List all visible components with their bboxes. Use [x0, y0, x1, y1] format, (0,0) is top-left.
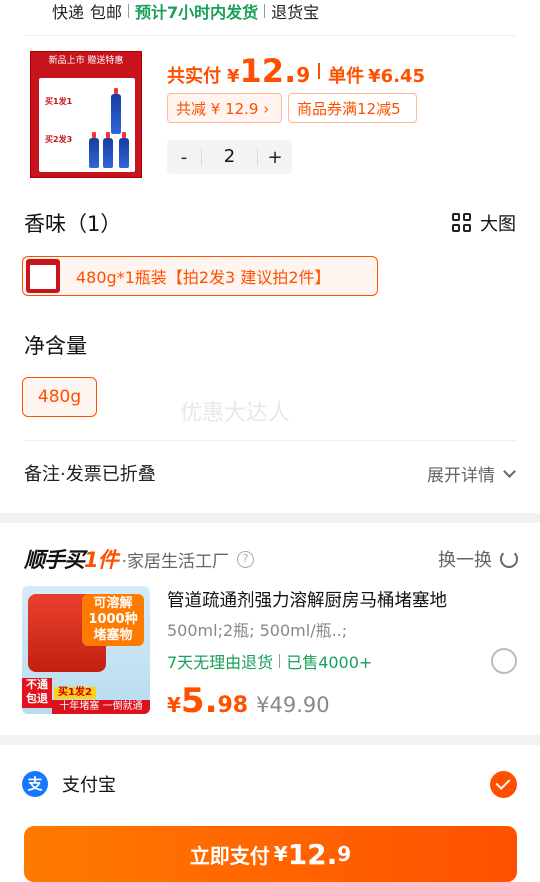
qty-value[interactable]: 2 — [201, 148, 258, 166]
expand-details-label: 展开详情 — [427, 466, 495, 486]
image-label-buy2get3: 买2发3 — [45, 135, 73, 144]
bottle-graphic — [119, 132, 129, 168]
big-view-button[interactable]: 大图 — [452, 210, 516, 236]
product-image[interactable]: 新品上市 赠送特惠 买1发1 买2发3 — [30, 51, 142, 178]
shipping-eta: 预计7小时内发货 — [135, 3, 259, 22]
recommend-product-image[interactable]: 可溶解 1000种 堵塞物 不通 包退 买1发2 十年堵塞 一倒就通 — [22, 586, 150, 714]
product-image-header: 新品上市 赠送特惠 — [48, 56, 124, 66]
bottle-graphic — [103, 132, 113, 168]
recommend-price: ¥ 5. 98 ¥49.90 — [167, 681, 330, 721]
coupon-badge[interactable]: 商品券满12减5 — [288, 93, 417, 123]
image-tag: 不通 包退 — [22, 678, 52, 708]
divider — [128, 4, 130, 18]
original-price: ¥49.90 — [256, 693, 330, 717]
shipping-info: 快递 包邮 预计7小时内发货 退货宝 — [52, 0, 319, 22]
watermark: 优惠大达人 — [180, 401, 291, 426]
price-decimal: 9 — [337, 842, 352, 866]
divider — [279, 654, 281, 668]
expand-details-button[interactable]: 展开详情 — [427, 461, 516, 486]
price-integer: 5. — [180, 681, 218, 721]
image-strip: 十年堵塞 一倒就通 — [52, 700, 150, 714]
price-line: 共实付 ¥ 12. 9 单件 ¥6.45 — [167, 52, 425, 90]
price-integer: 12. — [239, 52, 297, 90]
payment-method-label: 支付宝 — [62, 775, 116, 796]
remark-invoice-label: 备注·发票已折叠 — [24, 464, 156, 485]
help-icon[interactable]: ? — [237, 550, 255, 568]
price-decimal: 98 — [217, 693, 249, 718]
addon-logo: 顺手买1件 — [24, 548, 119, 572]
swap-button[interactable]: 换一换 — [438, 546, 518, 572]
scent-option[interactable]: 480g*1瓶装【拍2发3 建议拍2件】 — [22, 256, 378, 296]
image-callout: 可溶解 1000种 堵塞物 — [82, 594, 144, 646]
net-content-option[interactable]: 480g — [22, 377, 97, 417]
return-insurance: 退货宝 — [271, 3, 320, 22]
recommend-badges: 7天无理由退货 已售4000+ — [167, 649, 372, 673]
divider — [318, 63, 321, 79]
unit-label: 单件 — [328, 66, 365, 87]
divider — [24, 440, 516, 441]
addon-header: 顺手买1件 ·家居生活工厂 ? — [24, 544, 255, 574]
currency-symbol: ¥ — [167, 693, 181, 717]
image-mini-tag: 买1发2 — [54, 687, 96, 699]
unit-price: ¥6.45 — [368, 66, 426, 87]
scent-title: 香味（1） — [24, 212, 122, 236]
currency-symbol: ¥ — [273, 842, 288, 866]
alipay-icon: 支 — [22, 771, 48, 797]
big-view-label: 大图 — [480, 214, 516, 235]
section-separator — [0, 513, 540, 523]
recommend-product-spec[interactable]: 500ml;2瓶; 500ml/瓶..; — [167, 617, 347, 641]
product-image-card: 买1发1 买2发3 — [39, 78, 135, 172]
divider — [24, 35, 516, 36]
recommend-select-radio[interactable] — [491, 648, 517, 674]
store-name: ·家居生活工厂 — [121, 551, 230, 572]
swap-label: 换一换 — [438, 550, 492, 571]
refresh-icon — [500, 550, 518, 568]
grid-icon — [452, 213, 472, 233]
checkmark-selected-icon[interactable] — [490, 771, 517, 798]
qty-decrease-button[interactable]: - — [167, 147, 201, 168]
recommend-product-name[interactable]: 管道疏通剂强力溶解厨房马桶堵塞地 — [167, 587, 447, 612]
option-thumbnail — [26, 259, 60, 293]
currency-symbol: ¥ — [227, 66, 240, 87]
image-label-buy1get1: 买1发1 — [45, 97, 73, 106]
quantity-stepper: - 2 + — [167, 140, 292, 174]
pay-label: 共实付 — [167, 66, 221, 87]
section-separator — [0, 735, 540, 745]
qty-increase-button[interactable]: + — [258, 147, 292, 168]
shipping-express: 快递 — [52, 3, 85, 22]
return-badge: 7天无理由退货 — [167, 653, 274, 672]
net-content-title: 净含量 — [24, 334, 87, 358]
pay-now-button[interactable]: 立即支付 ¥ 12. 9 — [24, 826, 517, 882]
shipping-free: 包邮 — [90, 3, 123, 22]
chevron-down-icon — [503, 464, 516, 478]
discount-badge[interactable]: 共减 ¥ 12.9 › — [167, 93, 282, 123]
price-decimal: 9 — [296, 63, 311, 87]
scent-option-label: 480g*1瓶装【拍2发3 建议拍2件】 — [76, 268, 331, 287]
payment-method-alipay[interactable]: 支 支付宝 — [22, 771, 116, 797]
bottle-graphic — [89, 132, 99, 168]
sold-count: 已售4000+ — [286, 653, 373, 672]
price-integer: 12. — [287, 837, 338, 871]
divider — [264, 4, 266, 18]
bottle-graphic — [111, 88, 121, 134]
pay-button-label: 立即支付 — [189, 843, 270, 868]
